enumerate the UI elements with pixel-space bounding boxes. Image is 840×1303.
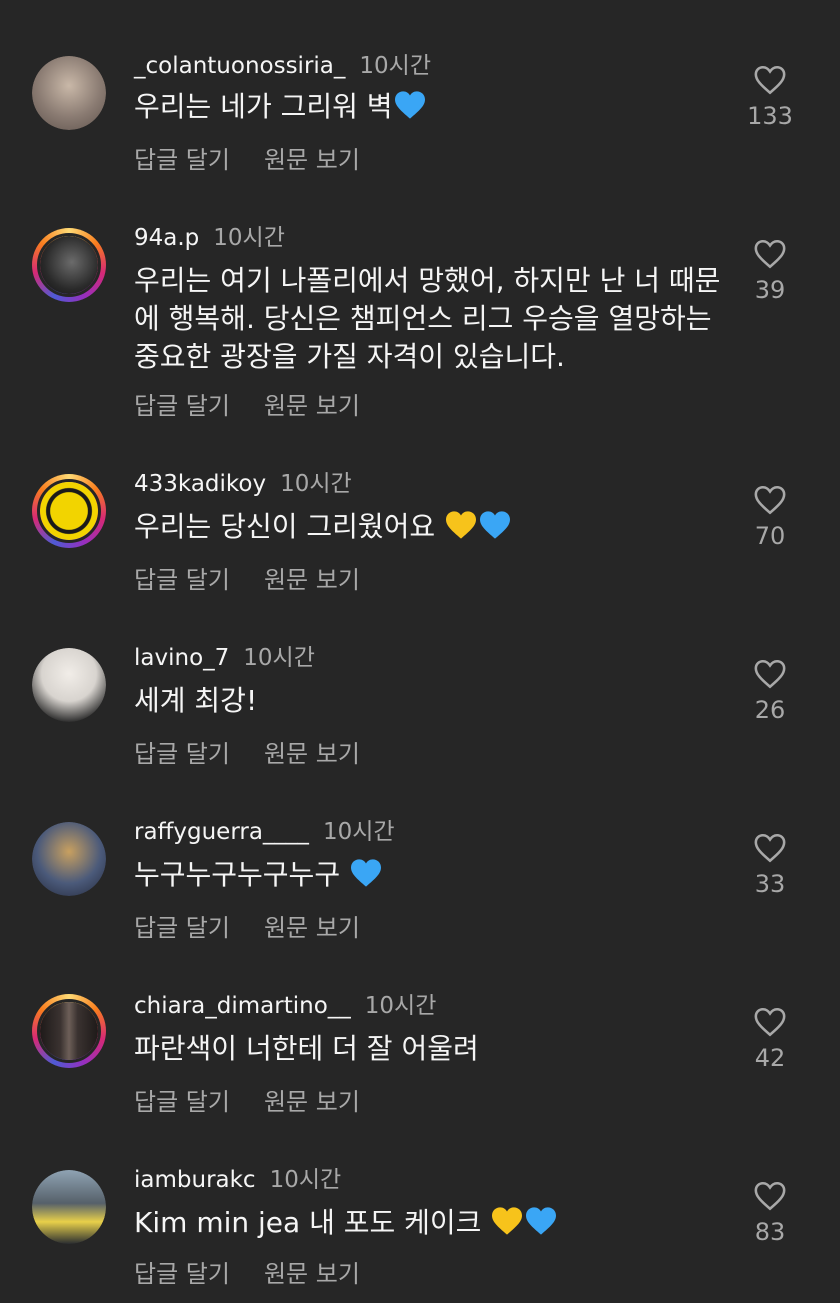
timestamp: 10시간 [213, 225, 285, 251]
username[interactable]: raffyguerra____ [134, 819, 309, 845]
reply-button[interactable]: 답글 달기 [134, 1088, 230, 1116]
see-translation-button[interactable]: 원문 보기 [264, 392, 360, 420]
blue-heart-icon [524, 1206, 558, 1246]
yellow-heart-icon [490, 1206, 524, 1246]
heart-outline-icon[interactable] [753, 832, 787, 864]
like-count: 26 [754, 696, 786, 724]
heart-outline-icon[interactable] [753, 64, 787, 96]
timestamp: 10시간 [359, 53, 431, 79]
heart-outline-icon[interactable] [753, 484, 787, 516]
reply-button[interactable]: 답글 달기 [134, 914, 230, 942]
comment-text: 우리는 여기 나폴리에서 망했어, 하지만 난 너 때문에 행복해. 당신은 챔… [134, 264, 721, 373]
blue-heart-icon [393, 90, 427, 130]
like-count: 33 [754, 870, 786, 898]
avatar[interactable] [32, 648, 106, 722]
username[interactable]: lavino_7 [134, 645, 229, 671]
username[interactable]: 433kadikoy [134, 471, 266, 497]
comment-text: 파란색이 너한테 더 잘 어울려 [134, 1032, 479, 1065]
reply-button[interactable]: 답글 달기 [134, 566, 230, 594]
see-translation-button[interactable]: 원문 보기 [264, 740, 360, 768]
heart-outline-icon[interactable] [753, 1006, 787, 1038]
timestamp: 10시간 [269, 1167, 342, 1193]
comment-text: 세계 최강! [134, 684, 258, 717]
username[interactable]: _colantuonossiria_ [134, 53, 345, 79]
timestamp: 10시간 [364, 993, 437, 1019]
reply-button[interactable]: 답글 달기 [134, 146, 230, 174]
blue-heart-icon [478, 510, 512, 550]
reply-button[interactable]: 답글 달기 [134, 1260, 230, 1288]
comment-text: 우리는 네가 그리워 벽 [134, 90, 393, 123]
like-count: 42 [754, 1044, 786, 1072]
avatar[interactable] [32, 56, 106, 130]
comment-text: 누구누구누구누구 [134, 858, 341, 891]
comment-text: 우리는 당신이 그리웠어요 [134, 510, 436, 543]
username[interactable]: chiara_dimartino__ [134, 993, 351, 1019]
heart-outline-icon[interactable] [753, 658, 787, 690]
avatar[interactable] [32, 1170, 106, 1244]
timestamp: 10시간 [322, 819, 395, 845]
like-count: 133 [747, 102, 793, 130]
blue-heart-icon [349, 858, 383, 898]
timestamp: 10시간 [280, 471, 352, 497]
see-translation-button[interactable]: 원문 보기 [264, 1088, 360, 1116]
like-count: 70 [754, 522, 786, 550]
like-count: 39 [754, 276, 786, 304]
timestamp: 10시간 [243, 645, 315, 671]
avatar[interactable] [32, 822, 106, 896]
avatar[interactable] [32, 474, 106, 548]
heart-outline-icon[interactable] [753, 238, 787, 270]
see-translation-button[interactable]: 원문 보기 [264, 914, 360, 942]
see-translation-button[interactable]: 원문 보기 [264, 146, 360, 174]
see-translation-button[interactable]: 원문 보기 [264, 1260, 360, 1288]
reply-button[interactable]: 답글 달기 [134, 392, 230, 420]
username[interactable]: 94a.p [134, 225, 199, 251]
avatar[interactable] [32, 994, 106, 1068]
reply-button[interactable]: 답글 달기 [134, 740, 230, 768]
heart-outline-icon[interactable] [753, 1180, 787, 1212]
yellow-heart-icon [444, 510, 478, 550]
see-translation-button[interactable]: 원문 보기 [264, 566, 360, 594]
avatar[interactable] [32, 228, 106, 302]
like-count: 83 [754, 1218, 786, 1246]
username[interactable]: iamburakc [134, 1167, 256, 1193]
comment-text: Kim min jea 내 포도 케이크 [134, 1206, 482, 1239]
comment-list: _colantuonossiria_ 10시간 우리는 네가 그리워 벽 답글 달… [0, 0, 840, 1303]
